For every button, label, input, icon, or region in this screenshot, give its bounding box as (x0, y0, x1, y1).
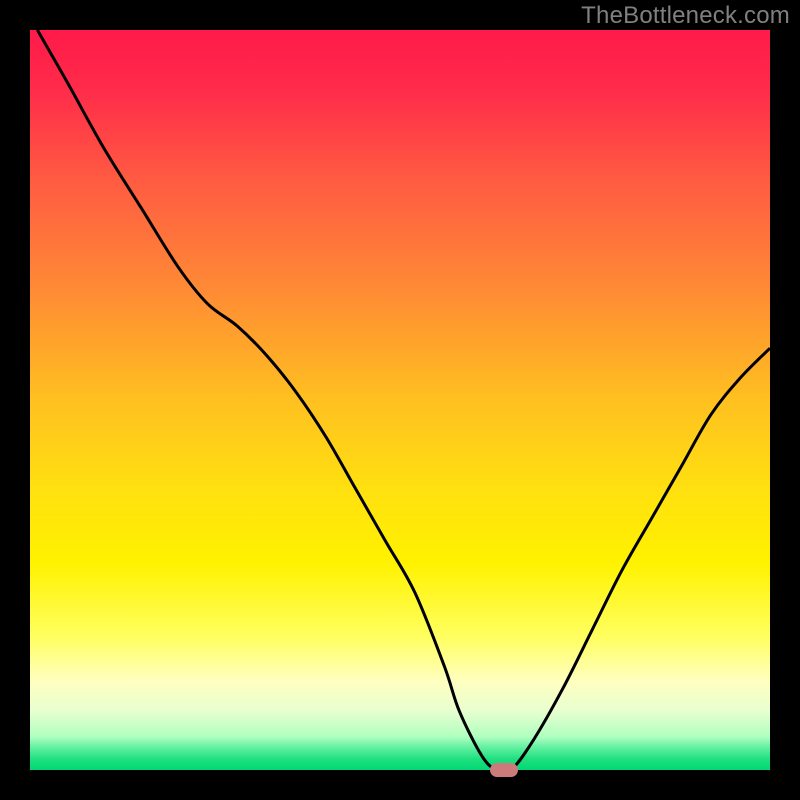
watermark-text: TheBottleneck.com (581, 2, 790, 30)
optimal-marker (490, 763, 518, 777)
curve-svg (30, 30, 770, 770)
chart-container: TheBottleneck.com (0, 0, 800, 800)
bottleneck-curve (37, 30, 770, 770)
plot-area (30, 30, 770, 770)
